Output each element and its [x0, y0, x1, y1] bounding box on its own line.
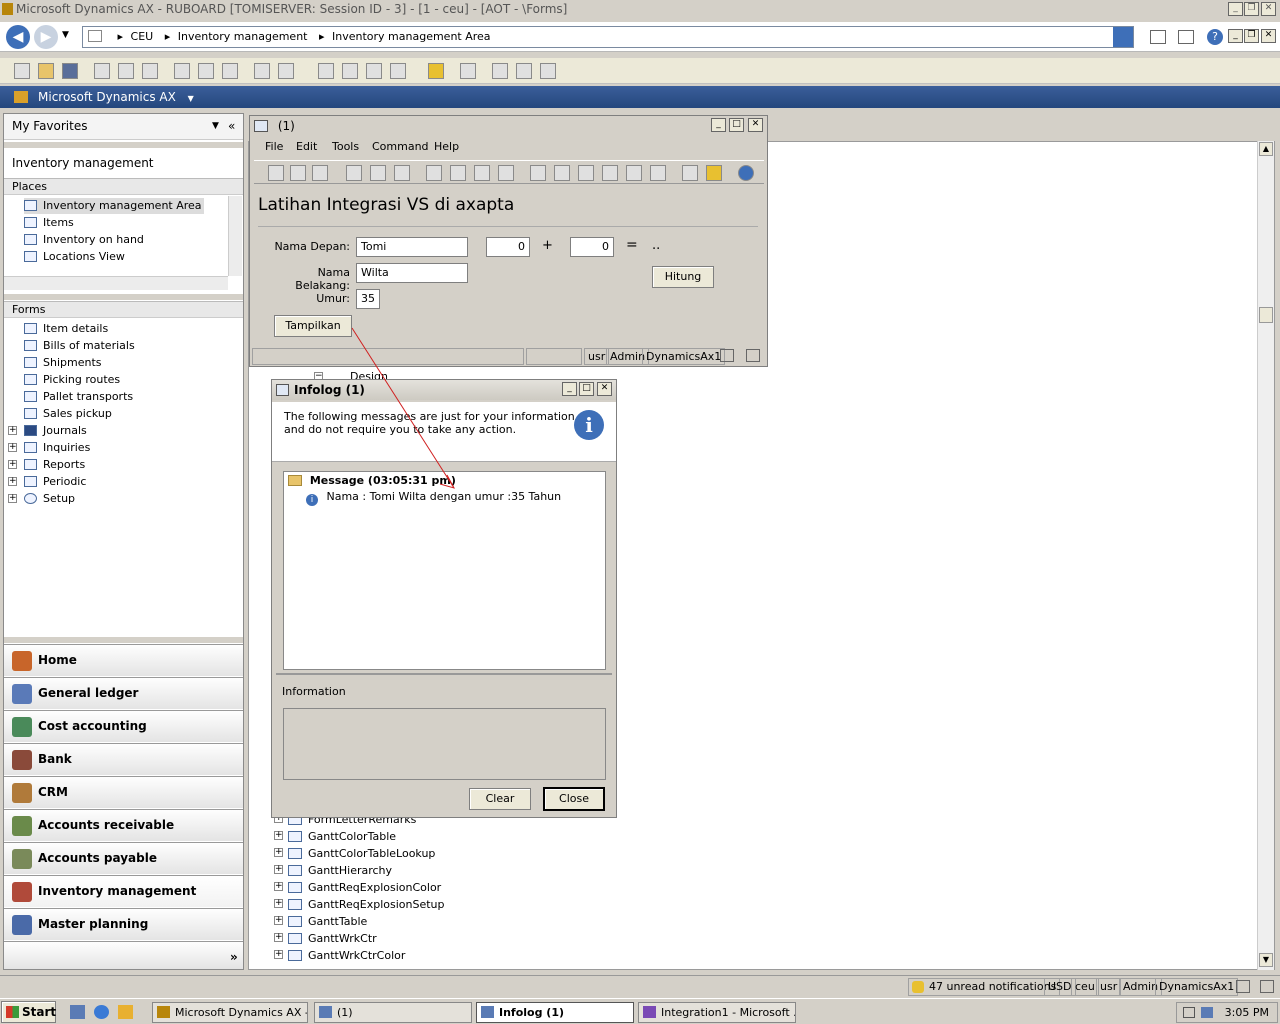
company-cell[interactable]: ceu — [1071, 978, 1099, 996]
clock[interactable]: 3:05 PM — [1225, 1006, 1269, 1019]
quicklaunch-desktop-icon[interactable] — [70, 1005, 85, 1019]
dynamics-icon — [157, 1006, 170, 1018]
task-infolog[interactable]: Infolog (1) — [476, 1002, 634, 1023]
windows-logo-icon — [6, 1006, 19, 1018]
layout-icon[interactable] — [1260, 980, 1274, 993]
user-cell[interactable]: usr — [1096, 978, 1122, 996]
annotation-arrow — [351, 327, 456, 489]
network-icon[interactable] — [1201, 1007, 1213, 1018]
tray-icon[interactable] — [1183, 1007, 1195, 1018]
db-icon[interactable] — [1236, 980, 1250, 993]
arrow-line — [351, 327, 455, 489]
form-icon — [319, 1006, 332, 1018]
system-tray: 3:05 PM — [1176, 1002, 1278, 1023]
quicklaunch-media-icon[interactable] — [118, 1005, 133, 1019]
form-icon — [481, 1006, 494, 1018]
server-cell[interactable]: DynamicsAx1 — [1155, 978, 1239, 996]
status-bar: 47 unread notifications USD ceu usr Admi… — [0, 975, 1280, 997]
taskbar: Start Microsoft Dynamics AX - ... (1) In… — [0, 998, 1280, 1024]
quicklaunch-ie-icon[interactable] — [94, 1005, 109, 1019]
visual-studio-icon — [643, 1006, 656, 1018]
task-dynamics-ax[interactable]: Microsoft Dynamics AX - ... — [152, 1002, 308, 1023]
start-button[interactable]: Start — [1, 1001, 56, 1023]
task-visual-studio[interactable]: Integration1 - Microsoft ... — [638, 1002, 796, 1023]
bell-icon — [912, 981, 924, 993]
notifications-cell[interactable]: 47 unread notifications — [908, 978, 1061, 996]
task-form[interactable]: (1) — [314, 1002, 472, 1023]
